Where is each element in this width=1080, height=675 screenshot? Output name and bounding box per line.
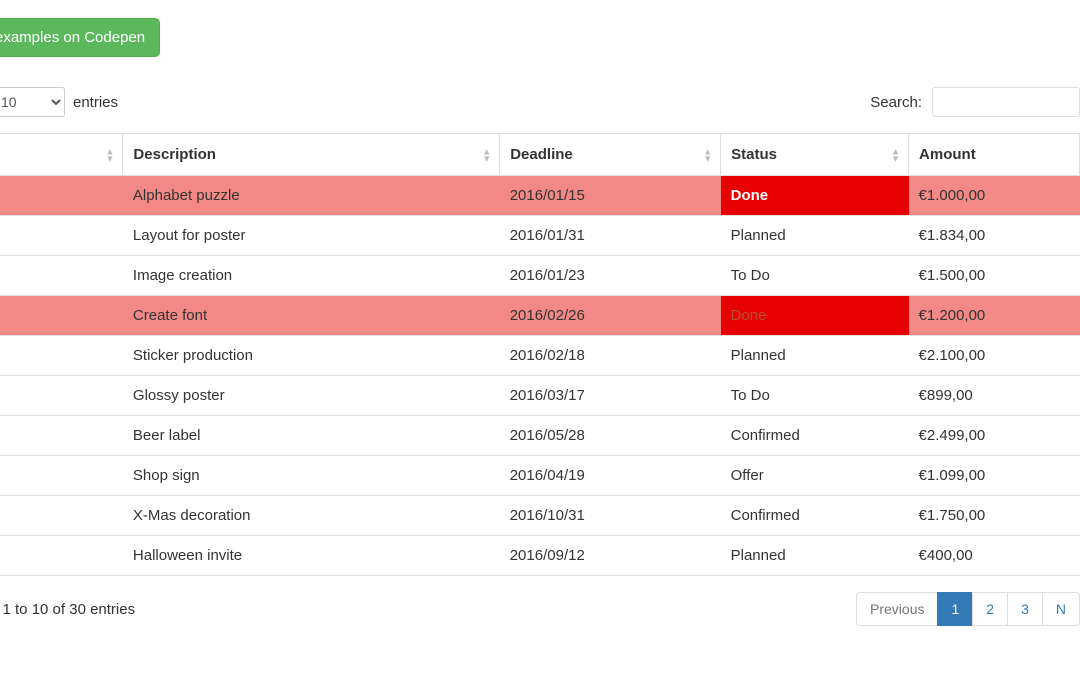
entries-select[interactable]: 10 — [0, 87, 65, 117]
page-button-3[interactable]: 3 — [1007, 592, 1043, 626]
cell-status: Done — [721, 176, 909, 216]
table-row: X-Mas decoration2016/10/31Confirmed€1.75… — [0, 496, 1080, 536]
search-input[interactable] — [932, 87, 1080, 117]
column-header-status[interactable]: Status ▲▼ — [721, 134, 909, 176]
cell-first — [0, 496, 123, 536]
cell-first — [0, 416, 123, 456]
cell-status: To Do — [721, 256, 909, 296]
column-header-amount[interactable]: Amount — [909, 134, 1080, 176]
column-label: Amount — [919, 146, 976, 163]
cell-status: Done — [721, 296, 909, 336]
table-row: Halloween invite2016/09/12Planned€400,00 — [0, 536, 1080, 576]
table-row: Image creation2016/01/23To Do€1.500,00 — [0, 256, 1080, 296]
column-label: Description — [133, 146, 216, 163]
table-row: Layout for poster2016/01/31Planned€1.834… — [0, 216, 1080, 256]
pagination: Previous 1 2 3 N — [857, 592, 1080, 626]
cell-description: Image creation — [123, 256, 500, 296]
cell-amount: €1.200,00 — [909, 296, 1080, 336]
column-label: Status — [731, 146, 777, 163]
column-header-first[interactable]: ▲▼ — [0, 134, 123, 176]
cell-status: Planned — [721, 536, 909, 576]
next-button[interactable]: N — [1042, 592, 1080, 626]
sort-icon: ▲▼ — [891, 148, 900, 161]
cell-description: Sticker production — [123, 336, 500, 376]
cell-deadline: 2016/09/12 — [500, 536, 721, 576]
cell-description: X-Mas decoration — [123, 496, 500, 536]
sort-icon: ▲▼ — [703, 148, 712, 161]
entries-control: 10 entries — [0, 87, 118, 117]
cell-description: Beer label — [123, 416, 500, 456]
cell-first — [0, 536, 123, 576]
cell-amount: €899,00 — [909, 376, 1080, 416]
cell-deadline: 2016/10/31 — [500, 496, 721, 536]
cell-amount: €1.750,00 — [909, 496, 1080, 536]
table-row: Alphabet puzzle2016/01/15Done€1.000,00 — [0, 176, 1080, 216]
previous-button[interactable]: Previous — [856, 592, 938, 626]
cell-status: Planned — [721, 336, 909, 376]
cell-status: To Do — [721, 376, 909, 416]
cell-deadline: 2016/02/26 — [500, 296, 721, 336]
entries-label: entries — [73, 94, 118, 111]
sort-icon: ▲▼ — [106, 148, 115, 161]
table-footer: g 1 to 10 of 30 entries Previous 1 2 3 N — [0, 588, 1080, 626]
cell-amount: €1.834,00 — [909, 216, 1080, 256]
cell-amount: €2.499,00 — [909, 416, 1080, 456]
cell-first — [0, 296, 123, 336]
cell-deadline: 2016/04/19 — [500, 456, 721, 496]
info-text: g 1 to 10 of 30 entries — [0, 601, 135, 618]
cell-first — [0, 336, 123, 376]
table-row: Beer label2016/05/28Confirmed€2.499,00 — [0, 416, 1080, 456]
cell-amount: €2.100,00 — [909, 336, 1080, 376]
cell-amount: €400,00 — [909, 536, 1080, 576]
column-label: Deadline — [510, 146, 573, 163]
codepen-button[interactable]: examples on Codepen — [0, 18, 160, 57]
page-button-2[interactable]: 2 — [972, 592, 1008, 626]
cell-amount: €1.099,00 — [909, 456, 1080, 496]
cell-status: Planned — [721, 216, 909, 256]
cell-deadline: 2016/01/15 — [500, 176, 721, 216]
cell-description: Layout for poster — [123, 216, 500, 256]
cell-deadline: 2016/03/17 — [500, 376, 721, 416]
cell-first — [0, 256, 123, 296]
cell-description: Alphabet puzzle — [123, 176, 500, 216]
cell-first — [0, 176, 123, 216]
search-label: Search: — [870, 94, 922, 111]
cell-deadline: 2016/01/23 — [500, 256, 721, 296]
page-button-1[interactable]: 1 — [937, 592, 973, 626]
controls-row: 10 entries Search: — [0, 87, 1080, 117]
cell-deadline: 2016/02/18 — [500, 336, 721, 376]
cell-status: Offer — [721, 456, 909, 496]
cell-first — [0, 376, 123, 416]
cell-description: Halloween invite — [123, 536, 500, 576]
table-row: Sticker production2016/02/18Planned€2.10… — [0, 336, 1080, 376]
table-row: Create font2016/02/26Done€1.200,00 — [0, 296, 1080, 336]
search-control: Search: — [870, 87, 1080, 117]
cell-deadline: 2016/01/31 — [500, 216, 721, 256]
sort-icon: ▲▼ — [482, 148, 491, 161]
cell-description: Create font — [123, 296, 500, 336]
table-row: Shop sign2016/04/19Offer€1.099,00 — [0, 456, 1080, 496]
cell-status: Confirmed — [721, 496, 909, 536]
cell-first — [0, 456, 123, 496]
cell-first — [0, 216, 123, 256]
cell-deadline: 2016/05/28 — [500, 416, 721, 456]
table-row: Glossy poster2016/03/17To Do€899,00 — [0, 376, 1080, 416]
data-table: ▲▼ Description ▲▼ Deadline ▲▼ Status ▲▼ … — [0, 133, 1080, 576]
column-header-deadline[interactable]: Deadline ▲▼ — [500, 134, 721, 176]
column-header-description[interactable]: Description ▲▼ — [123, 134, 500, 176]
cell-status: Confirmed — [721, 416, 909, 456]
cell-description: Shop sign — [123, 456, 500, 496]
cell-amount: €1.500,00 — [909, 256, 1080, 296]
cell-description: Glossy poster — [123, 376, 500, 416]
cell-amount: €1.000,00 — [909, 176, 1080, 216]
